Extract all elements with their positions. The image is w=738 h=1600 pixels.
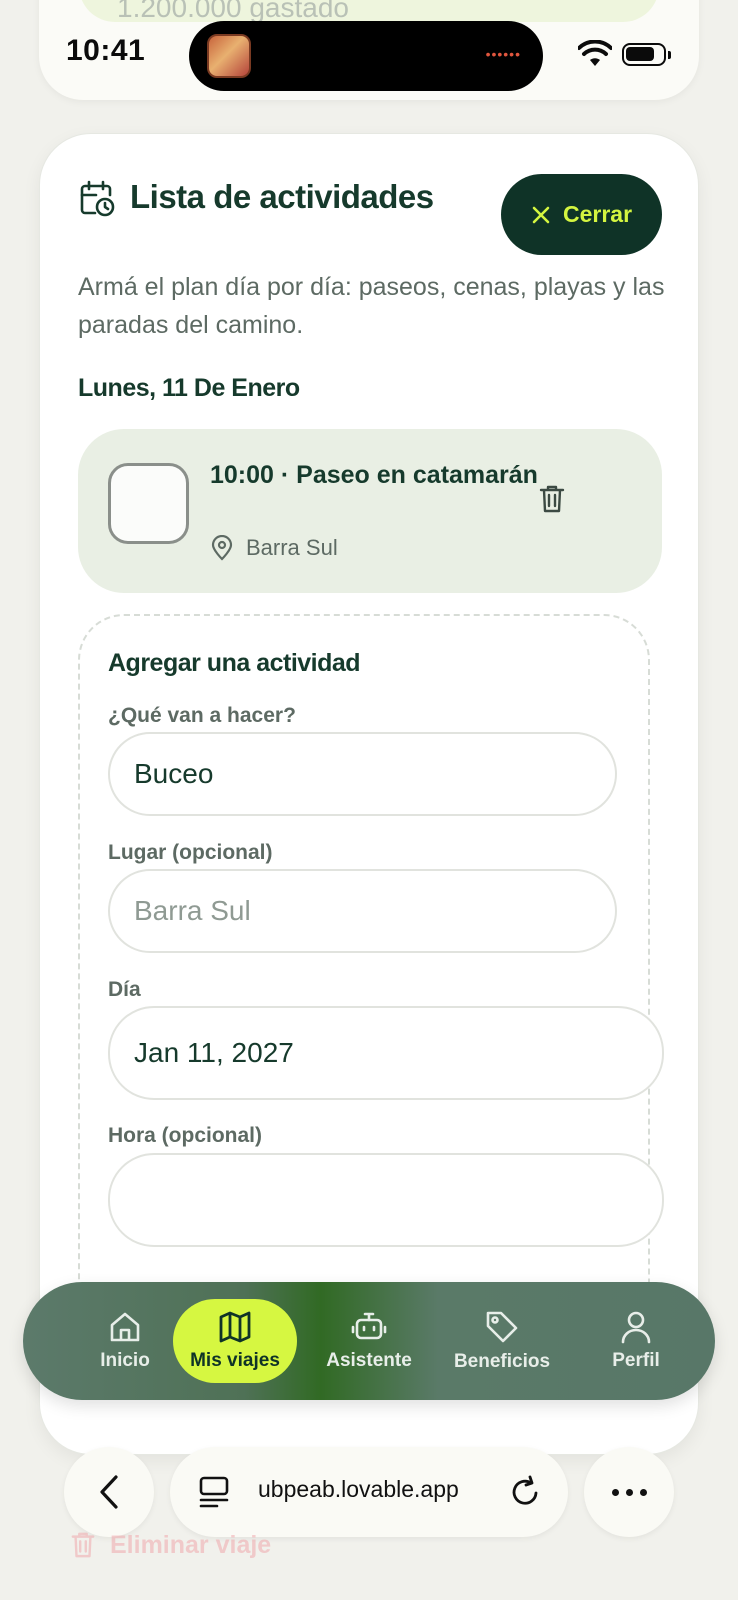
dynamic-island: •••••• (189, 21, 543, 91)
activity-title: 10:00 · Paseo en catamarán (210, 461, 538, 489)
sheet-title: Lista de actividades (130, 178, 434, 215)
activity-item: 10:00 · Paseo en catamarán Barra Sul (78, 429, 662, 593)
user-icon (621, 1311, 651, 1344)
nav-item-asistente[interactable]: Asistente (307, 1282, 431, 1400)
nav-item-inicio[interactable]: Inicio (63, 1282, 187, 1400)
nav-label-perfil: Perfil (612, 1350, 660, 1371)
home-icon (110, 1312, 140, 1342)
nav-item-beneficios[interactable]: Beneficios (440, 1282, 564, 1400)
trash-icon[interactable] (538, 483, 566, 515)
bottom-nav: Inicio Mis viajes Asistente Beneficios P… (23, 1282, 715, 1400)
nav-label-beneficios: Beneficios (453, 1351, 551, 1372)
day-label: Día (108, 978, 141, 1001)
add-activity-form (78, 614, 650, 1394)
nav-label-mis-viajes: Mis viajes (190, 1350, 280, 1371)
status-time: 10:41 (66, 34, 146, 67)
reload-icon[interactable] (510, 1475, 542, 1509)
close-label: Cerrar (562, 201, 633, 227)
delete-trip-label: Eliminar viaje (110, 1530, 272, 1559)
what-label: ¿Qué van a hacer? (108, 704, 296, 727)
calendar-clock-icon (80, 180, 115, 217)
time-input[interactable] (108, 1153, 664, 1247)
nav-item-perfil[interactable]: Perfil (574, 1282, 698, 1400)
nav-label-inicio: Inicio (100, 1350, 150, 1371)
close-icon (532, 206, 550, 223)
more-dot (625, 1488, 633, 1496)
map-icon (219, 1311, 251, 1343)
page-menu-icon (199, 1476, 229, 1508)
day-date-input[interactable]: Jan 11, 2027 (108, 1006, 664, 1100)
what-input[interactable]: Buceo (108, 732, 617, 816)
day-heading: Lunes, 11 De Enero (78, 374, 300, 402)
place-input[interactable] (108, 869, 617, 953)
browser-back-button[interactable] (64, 1447, 154, 1537)
activity-place: Barra Sul (246, 535, 338, 560)
delete-trip-button[interactable]: Eliminar viaje (70, 1530, 271, 1560)
nav-label-asistente: Asistente (326, 1350, 412, 1371)
browser-more-button[interactable] (584, 1447, 674, 1537)
chevron-left-icon (100, 1475, 118, 1509)
time-label: Hora (opcional) (108, 1124, 263, 1147)
wifi-icon (578, 40, 612, 66)
place-label: Lugar (opcional) (108, 841, 273, 864)
trash-icon (71, 1532, 95, 1558)
activity-checkbox[interactable] (108, 463, 189, 544)
add-activity-title: Agregar una actividad (108, 649, 361, 677)
spent-amount: 1.200.000 gastado (117, 0, 349, 22)
sheet-description: Armá el plan día por día: paseos, cenas,… (78, 273, 665, 339)
now-playing-artwork (207, 34, 251, 78)
activity-place-row: Barra Sul (210, 535, 338, 561)
more-dot (611, 1488, 619, 1496)
tag-icon (486, 1311, 518, 1343)
more-dot (639, 1488, 647, 1496)
activities-sheet: Lista de actividades Cerrar Armá el plan… (39, 133, 699, 1455)
map-pin-icon (211, 535, 233, 561)
close-button[interactable]: Cerrar (501, 174, 662, 255)
audio-activity-indicator: •••••• (485, 46, 521, 62)
status-indicators (578, 40, 671, 70)
url-text: ubpeab.lovable.app (258, 1476, 459, 1502)
battery-icon (622, 43, 671, 66)
bot-icon (351, 1312, 387, 1340)
browser-url-bar[interactable]: ubpeab.lovable.app (170, 1447, 568, 1537)
nav-item-mis-viajes[interactable]: Mis viajes (173, 1282, 297, 1400)
